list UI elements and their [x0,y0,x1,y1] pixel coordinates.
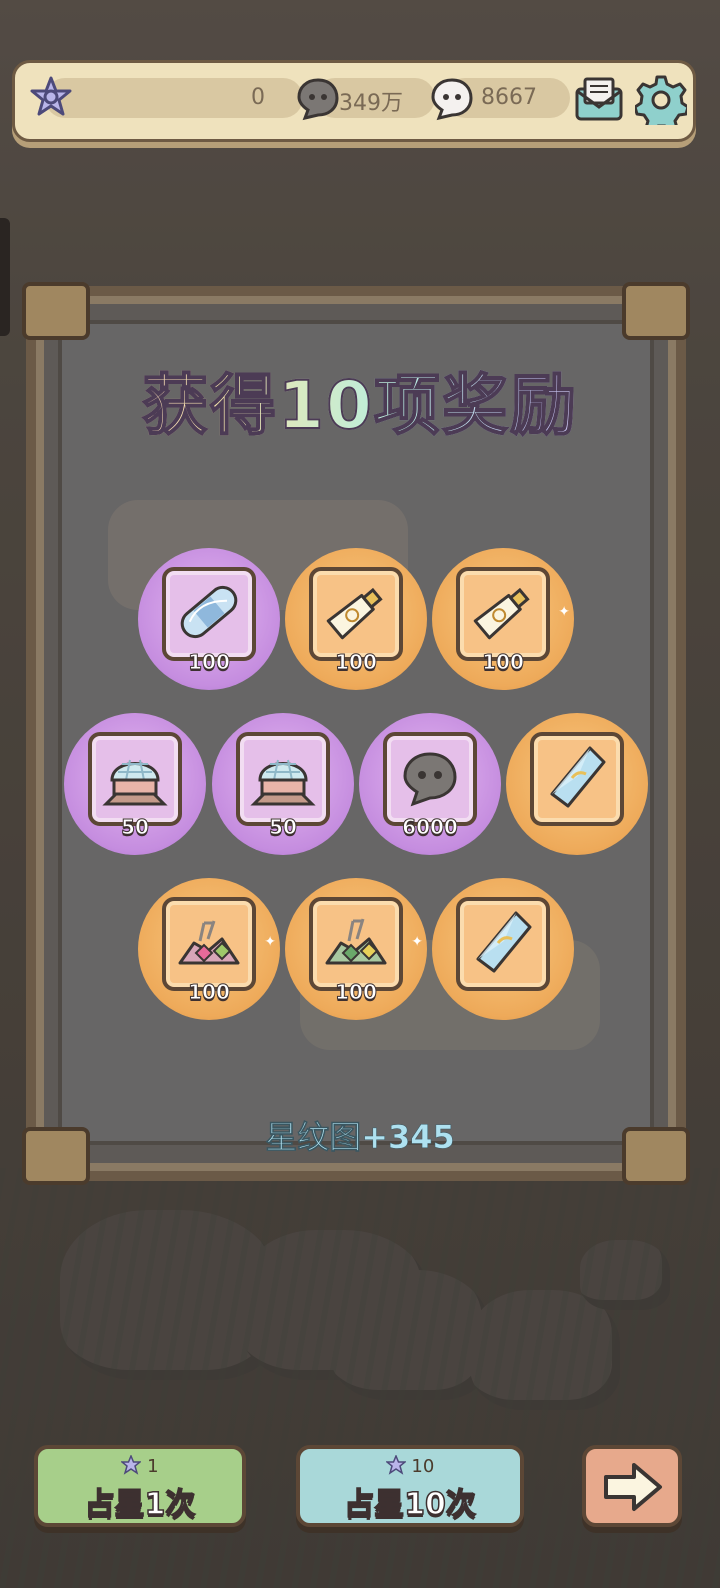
reward-card [456,567,550,661]
dark-ghost-count: 349万 [339,91,403,116]
reward-title: 获得10项奖励 [0,352,720,448]
reward-count: 100 [482,650,525,675]
white-ghost-icon [431,78,473,121]
reward-item[interactable]: 100 ✦ [138,878,280,1020]
crystal-shard-icon [476,911,532,973]
reward-item[interactable]: 100 ✦ [432,548,574,690]
reward-card [88,732,182,826]
reward-item[interactable]: 6000 [359,713,501,855]
bandage-icon [180,585,238,639]
dark-ghost-icon [403,752,457,807]
reward-card [309,897,403,991]
reward-count: 100 [188,980,231,1005]
reward-summary: 星纹图+345 [265,1118,455,1157]
draw-once-label: 占星1次 [84,1486,196,1523]
reward-item[interactable] [506,713,648,855]
arrow-right-icon [604,1463,662,1511]
reward-card [309,567,403,661]
sparkle-icon: ✦ [411,934,423,950]
reward-card [236,732,330,826]
side-tab[interactable] [0,218,10,336]
draw-ten-label: 占星10次 [343,1486,476,1523]
green-gem-pile-icon [325,918,387,965]
crystal-dome-icon [102,759,168,806]
reward-card [383,732,477,826]
reward-count: 6000 [402,815,459,840]
white-ghost-count: 8667 [481,85,537,110]
reward-count: 50 [269,815,298,840]
sparkle-icon: ✦ [264,934,276,950]
gear-icon[interactable] [635,73,687,125]
reward-count: 100 [188,650,231,675]
star-badge-icon [385,1455,406,1475]
draw-ten-cost: 10 [300,1455,520,1477]
reward-item[interactable] [432,878,574,1020]
star-badge-count: 0 [251,85,265,110]
next-button[interactable] [582,1445,682,1527]
sparkle-icon: ✦ [558,604,570,620]
cost-value: 1 [147,1456,159,1477]
crystal-dome-icon [250,759,316,806]
resource-bar: 0 349万 8667 [12,60,696,142]
reward-item[interactable]: 100 [138,548,280,690]
draw-once-button[interactable]: 1 占星1次 [34,1445,246,1527]
tube-icon [326,587,383,640]
pink-gem-pile-icon [178,920,240,965]
reward-count: 50 [121,815,150,840]
reward-card [456,897,550,991]
reward-item[interactable]: 100 [285,548,427,690]
reward-item[interactable]: 50 [212,713,354,855]
star-badge-icon [121,1455,142,1475]
dark-ghost-icon [297,78,339,121]
draw-ten-button[interactable]: 10 占星10次 [296,1445,524,1527]
crystal-shard-icon [550,746,606,808]
reward-count: 100 [335,980,378,1005]
draw-once-cost: 1 [38,1455,242,1477]
cost-value: 10 [411,1456,435,1477]
reward-item[interactable]: 100 ✦ [285,878,427,1020]
tube-icon [473,587,530,640]
reward-card [530,732,624,826]
mail-icon[interactable] [573,75,625,123]
star-badge-icon [30,76,72,116]
reward-item[interactable]: 50 [64,713,206,855]
reward-count: 100 [335,650,378,675]
reward-card [162,567,256,661]
reward-card [162,897,256,991]
